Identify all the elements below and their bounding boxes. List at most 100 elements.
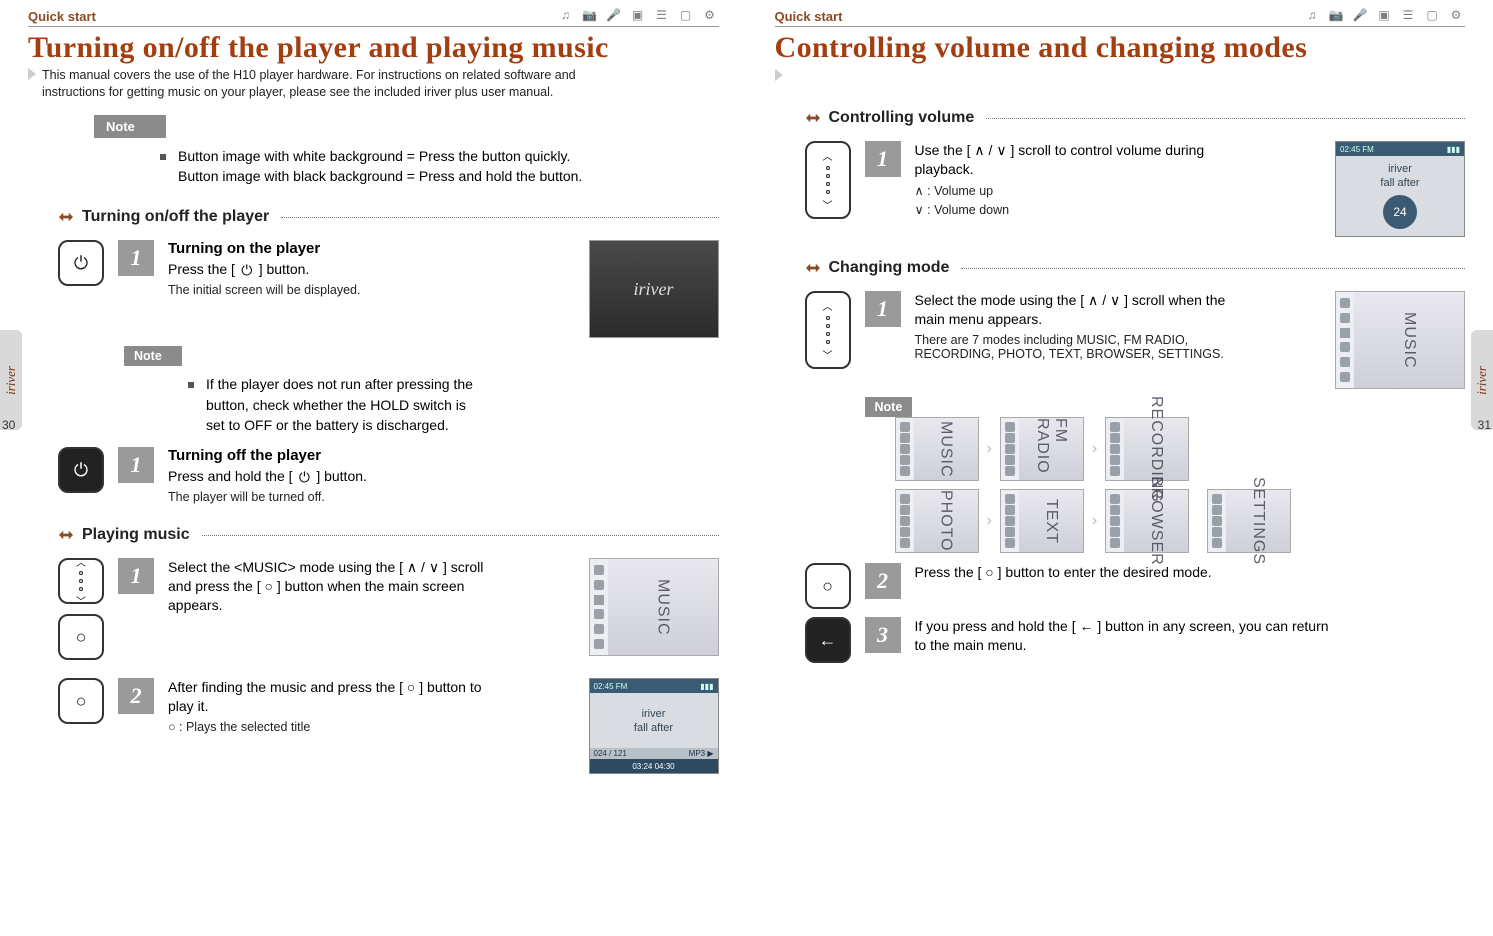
chevron-right-icon: › xyxy=(987,440,992,458)
step-text: Press the [ ⏻ ] button. xyxy=(168,260,488,279)
mode-thumb-music: MUSIC xyxy=(895,417,979,481)
volume-badge: 24 xyxy=(1383,195,1417,229)
step-number: 1 xyxy=(118,240,154,276)
step-power-off: ⏻ 1 Turning off the player Press and hol… xyxy=(58,447,719,504)
select-button: ○ xyxy=(58,614,104,660)
step-number: 2 xyxy=(865,563,901,599)
section-icon xyxy=(805,260,821,276)
mode-thumb-recording: RECORDING xyxy=(1105,417,1189,481)
step-sub: The initial screen will be displayed. xyxy=(168,283,488,297)
lcd-artist: iriver xyxy=(642,708,666,720)
lcd-title: fall after xyxy=(634,722,673,734)
chevron-down-icon: ﹀ xyxy=(823,197,833,212)
brand-label: iriver xyxy=(634,279,674,300)
section-volume: Controlling volume xyxy=(805,109,1466,127)
header-bar: Quick start ♫ 📷 🎤 ▣ ☰ ▢ ⚙ xyxy=(28,0,719,27)
step-sub: ○ : Plays the selected title xyxy=(168,720,488,734)
step-power-on: ⏻ 1 Turning on the player Press the [ ⏻ … xyxy=(58,240,719,338)
chevron-right-icon: › xyxy=(987,512,992,530)
music-mode-thumb: MUSIC xyxy=(589,558,719,656)
page-number: 30 xyxy=(2,418,15,432)
section-title: Controlling volume xyxy=(829,109,975,127)
section-rule xyxy=(986,118,1465,119)
chevron-up-icon: ︿ xyxy=(823,148,833,163)
arrow-left-icon: ← xyxy=(819,630,837,651)
text-pre: Press the [ xyxy=(168,261,235,277)
text-icon: ☰ xyxy=(653,6,671,24)
battery-icon: ▮▮▮ xyxy=(1447,145,1460,154)
chevron-down-icon: ﹀ xyxy=(76,593,86,608)
section-music: Playing music xyxy=(58,526,719,544)
step-text: Press and hold the [ ⏻ ] button. xyxy=(168,467,488,486)
power-icon: ⏻ xyxy=(239,263,255,279)
section-rule xyxy=(281,217,718,218)
battery-icon: ▮▮▮ xyxy=(700,682,713,691)
step-title: Turning off the player xyxy=(168,447,488,464)
text-post: ] button. xyxy=(259,261,310,277)
section-title: Turning on/off the player xyxy=(82,208,269,226)
page-title: Controlling volume and changing modes xyxy=(775,31,1466,65)
power-button-black: ⏻ xyxy=(58,447,104,493)
mode-label: RECORDING xyxy=(1124,418,1188,480)
scroll-button: ︿ ﹀ xyxy=(58,558,104,604)
step-number: 1 xyxy=(865,141,901,177)
page-right: iriver 31 Quick start ♫ 📷 🎤 ▣ ☰ ▢ ⚙ Cont… xyxy=(747,0,1493,936)
header-icons: ♫ 📷 🎤 ▣ ☰ ▢ ⚙ xyxy=(557,6,719,24)
note-line-2: Button image with black background = Pre… xyxy=(178,168,582,184)
lcd-title: fall after xyxy=(1380,177,1419,189)
step-mode-1: ︿ ﹀ 1 Select the mode using the [ ∧ / ∨ … xyxy=(805,291,1466,389)
power-icon: ⏻ xyxy=(74,253,88,274)
step-mode-3: ← 3 If you press and hold the [ ← ] butt… xyxy=(805,617,1466,663)
mode-thumb-fmradio: FM RADIO xyxy=(1000,417,1084,481)
step-sub: ∧ : Volume up xyxy=(915,183,1235,198)
text-icon: ☰ xyxy=(1399,6,1417,24)
lcd-artist: iriver xyxy=(1388,163,1412,175)
page-left: iriver 30 Quick start ♫ 📷 🎤 ▣ ☰ ▢ ⚙ Turn… xyxy=(0,0,747,936)
photo-icon: ▣ xyxy=(1375,6,1393,24)
mode-menu-thumb: MUSIC xyxy=(1335,291,1465,389)
side-tab: iriver xyxy=(1471,330,1493,430)
note-label: Note xyxy=(865,397,913,417)
mode-label: FM RADIO xyxy=(1019,418,1083,480)
chevron-icon xyxy=(28,68,36,80)
page-title: Turning on/off the player and playing mu… xyxy=(28,31,719,65)
brand-side: iriver xyxy=(3,366,19,395)
header-icons: ♫ 📷 🎤 ▣ ☰ ▢ ⚙ xyxy=(1303,6,1465,24)
select-button: ○ xyxy=(58,678,104,724)
step-text: Select the <MUSIC> mode using the [ ∧ / … xyxy=(168,558,488,615)
settings-icon: ⚙ xyxy=(701,6,719,24)
mode-thumb-settings: SETTINGS xyxy=(1207,489,1291,553)
mode-thumb-browser: BROWSER xyxy=(1105,489,1189,553)
select-button: ○ xyxy=(805,563,851,609)
circle-icon: ○ xyxy=(822,576,833,597)
text-pre: Press and hold the [ xyxy=(168,468,293,484)
mode-label: MUSIC xyxy=(1354,292,1464,388)
boot-screen-thumb: iriver xyxy=(589,240,719,338)
chevron-up-icon: ︿ xyxy=(76,554,86,569)
mode-label: TEXT xyxy=(1019,490,1083,552)
step-music-2: ○ 2 After finding the music and press th… xyxy=(58,678,719,774)
note-item: Button image with white background = Pre… xyxy=(160,146,719,187)
section-rule xyxy=(202,535,719,536)
step-sub: The player will be turned off. xyxy=(168,490,488,504)
step-text: Use the [ ∧ / ∨ ] scroll to control volu… xyxy=(915,141,1235,179)
power-button-white: ⏻ xyxy=(58,240,104,286)
step-text: If you press and hold the [ ← ] button i… xyxy=(915,617,1335,655)
chevron-icon xyxy=(775,69,783,81)
quick-start-label: Quick start xyxy=(28,9,96,24)
section-title: Changing mode xyxy=(829,259,950,277)
mode-label: MUSIC xyxy=(608,559,718,655)
note-line-1: Button image with white background = Pre… xyxy=(178,148,570,164)
chevron-right-icon: › xyxy=(1092,440,1097,458)
step-number: 2 xyxy=(118,678,154,714)
power-icon: ⏻ xyxy=(74,460,88,481)
mode-label: BROWSER xyxy=(1124,490,1188,552)
mode-label: SETTINGS xyxy=(1226,490,1290,552)
step-volume: ︿ ﹀ 1 Use the [ ∧ / ∨ ] scroll to contro… xyxy=(805,141,1466,237)
music-icon: ♫ xyxy=(1303,6,1321,24)
lcd-clock: 02:45 FM xyxy=(1340,145,1374,154)
step-text: Press the [ ○ ] button to enter the desi… xyxy=(915,563,1335,582)
page-subtitle: This manual covers the use of the H10 pl… xyxy=(42,67,622,101)
settings-icon: ⚙ xyxy=(1447,6,1465,24)
step-title: Turning on the player xyxy=(168,240,488,257)
